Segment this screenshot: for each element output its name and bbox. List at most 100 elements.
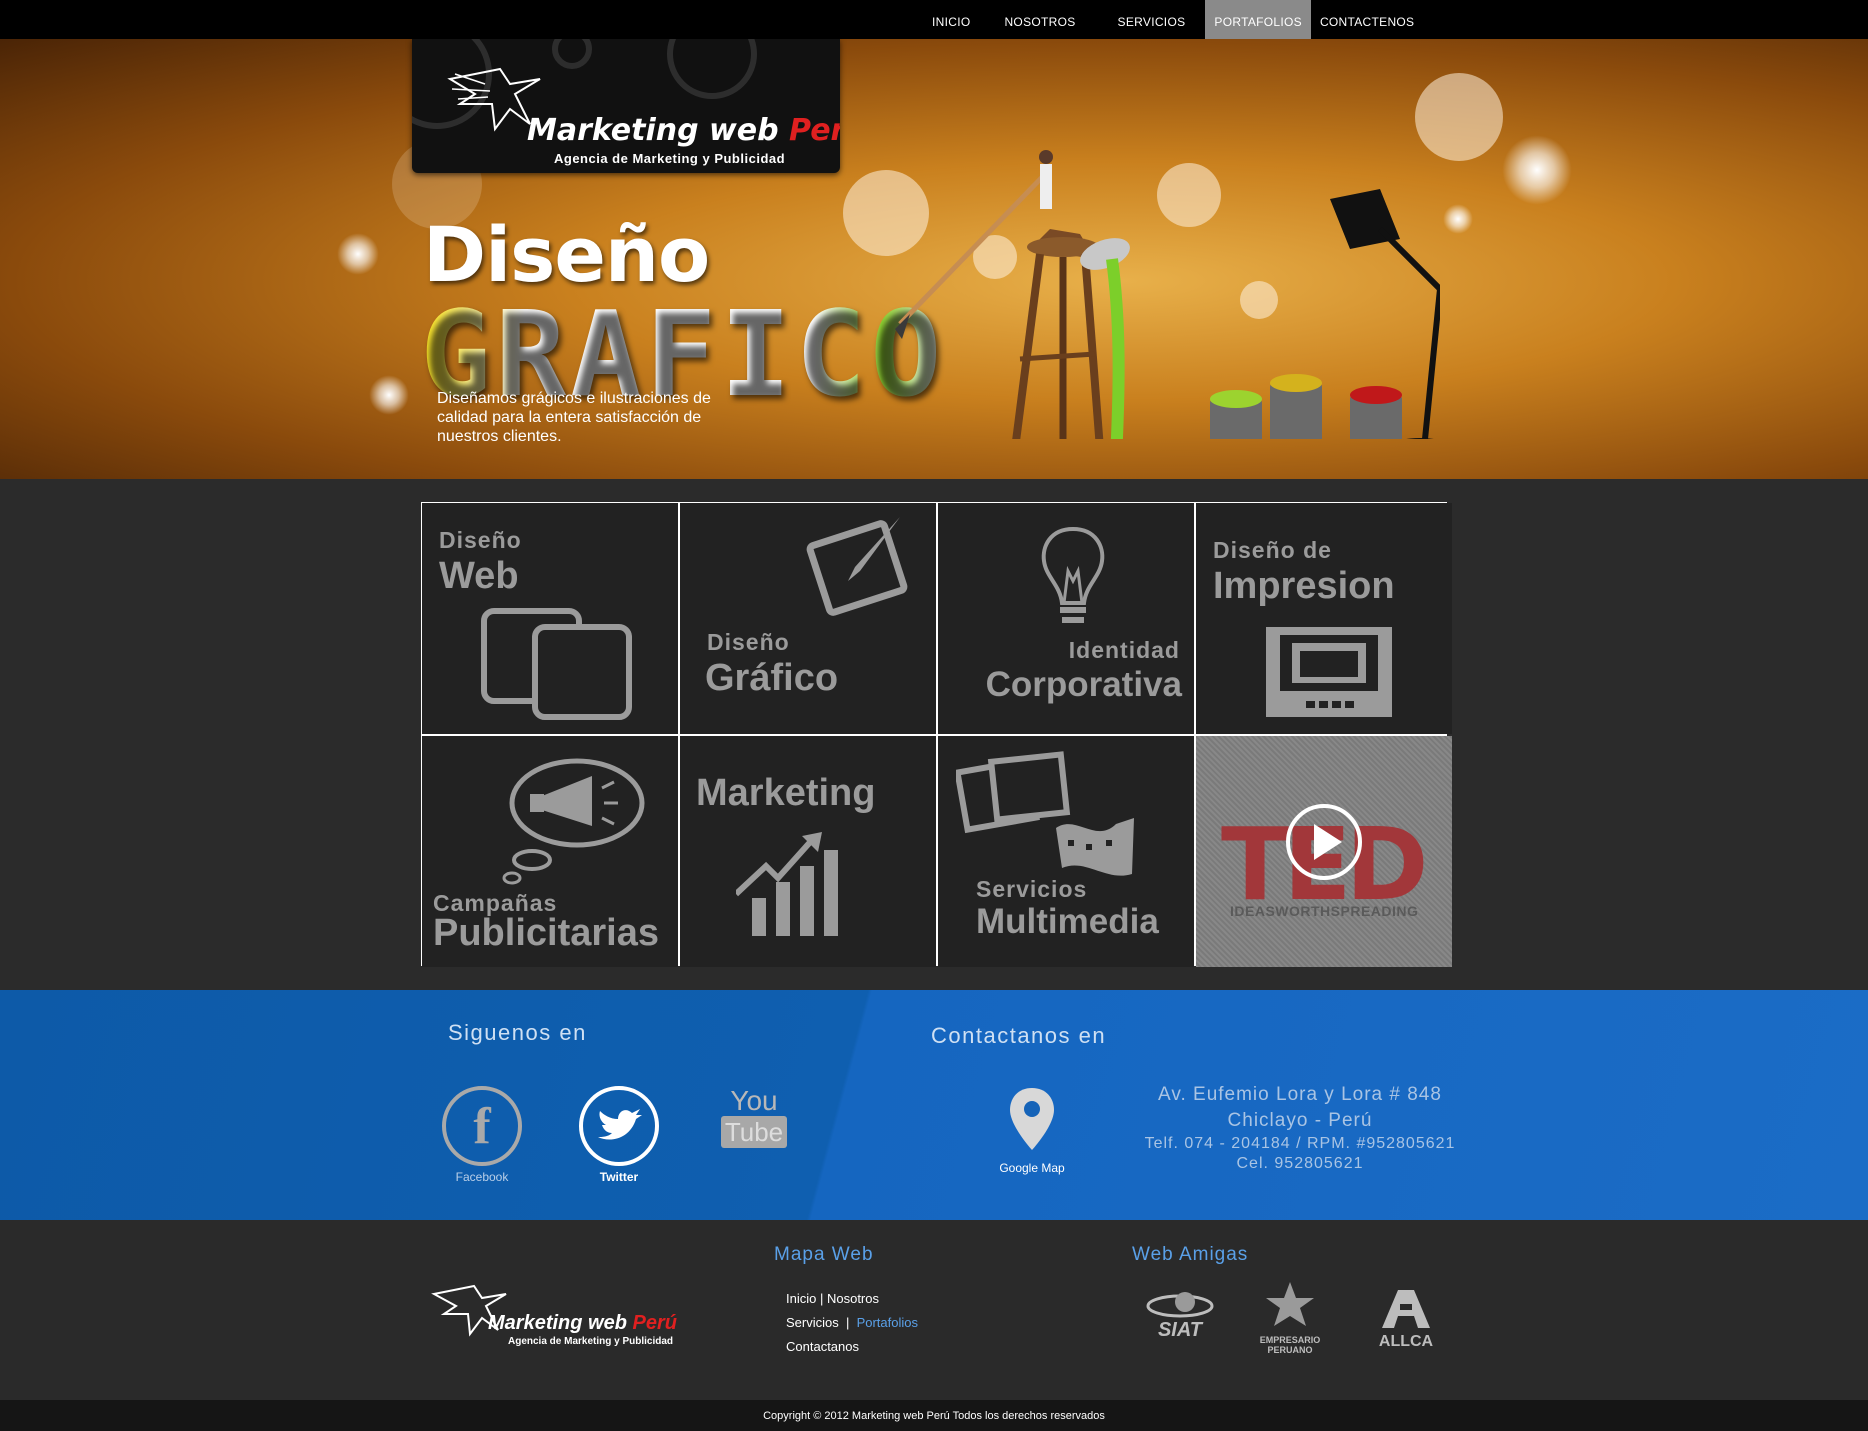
sitemap-link-portafolios[interactable]: Portafolios [857, 1315, 918, 1330]
friend-allca-label: ALLCA [1378, 1333, 1434, 1350]
contact-heading: Contactanos en [931, 1023, 1107, 1048]
friends-heading: Web Amigas [1132, 1244, 1249, 1265]
cell-text: Cel. 952805621 [1236, 1155, 1364, 1172]
tile-servicios-multimedia[interactable]: Servicios Multimedia [938, 736, 1194, 967]
logo-name: Marketing web Perú [527, 113, 840, 148]
sitemap-link-nosotros[interactable]: Nosotros [827, 1291, 879, 1306]
main-nav: INICIO NOSOTROS SERVICIOS PORTAFOLIOS CO… [920, 0, 1423, 39]
growth-chart-icon [736, 832, 838, 936]
sitemap-row-2: Servicios | Portafolios [786, 1311, 918, 1335]
top-bar: INICIO NOSOTROS SERVICIOS PORTAFOLIOS CO… [0, 0, 1868, 39]
sitemap-heading: Mapa Web [774, 1244, 874, 1265]
tile-small-label: Diseño [439, 527, 522, 553]
bokeh-light [337, 233, 379, 275]
tile-diseno-web[interactable]: Diseño Web [422, 503, 678, 734]
tile-large-label: Multimedia [976, 902, 1159, 941]
nav-portafolios[interactable]: PORTAFOLIOS [1205, 0, 1311, 39]
sitemap-link-contactanos[interactable]: Contactanos [786, 1339, 859, 1354]
lightbulb-icon [1041, 526, 1105, 623]
allca-a-icon [1382, 1290, 1430, 1328]
page: INICIO NOSOTROS SERVICIOS PORTAFOLIOS CO… [0, 0, 1868, 1431]
ted-tagline: IDEASWORTHSPREADING [1230, 903, 1419, 919]
twitter-bird-icon [598, 1109, 642, 1140]
star-globe-icon [1266, 1282, 1314, 1326]
tile-large-label: Marketing [696, 772, 876, 814]
google-map-link[interactable]: Google Map [990, 1086, 1074, 1175]
bokeh-light [369, 375, 409, 415]
map-pin-icon [1010, 1088, 1054, 1150]
services-grid: Diseño Web Diseño Gráfico Identidad Corp… [421, 502, 1452, 967]
friend-empresario-peruano[interactable]: EMPRESARIO PERUANO [1252, 1280, 1328, 1355]
nav-inicio[interactable]: INICIO [920, 0, 982, 39]
logo-deco-circle [552, 39, 592, 69]
sitemap-row-1: Inicio | Nosotros [786, 1287, 918, 1311]
address-line2: Chiclayo - Perú [1227, 1110, 1373, 1131]
canvas-brush-icon [806, 517, 908, 616]
logo-deco-circle [667, 39, 757, 99]
social-contact-band: Siguenos en f Facebook Twitter You Tube … [0, 990, 1868, 1220]
sitemap-separator: | [816, 1291, 827, 1306]
friend-empresario-label: EMPRESARIO PERUANO [1259, 1335, 1321, 1355]
bokeh-light [1443, 204, 1473, 234]
play-icon[interactable] [1284, 802, 1364, 882]
tile-marketing[interactable]: Marketing [680, 736, 936, 967]
nav-servicios[interactable]: SERVICIOS [1098, 0, 1206, 39]
tile-large-label: Publicitarias [433, 912, 659, 954]
sitemap-separator: | [838, 1315, 857, 1330]
tile-large-label: Gráfico [705, 657, 839, 699]
contact-info: Av. Eufemio Lora y Lora # 848 Chiclayo -… [1130, 1082, 1470, 1174]
sitemap-link-inicio[interactable]: Inicio [786, 1291, 816, 1306]
tile-large-label: Impresion [1213, 565, 1395, 607]
hero-banner: Marketing web Perú Agencia de Marketing … [0, 39, 1868, 479]
paint-illustration [895, 150, 1440, 439]
facebook-link[interactable]: f Facebook [440, 1086, 524, 1184]
printer-icon [1266, 627, 1392, 717]
copyright-text: Copyright © 2012 Marketing web Perú Todo… [0, 1400, 1868, 1431]
sitemap-link-servicios[interactable]: Servicios [786, 1315, 839, 1330]
footer-logo[interactable]: Marketing web Perú Agencia de Marketing … [428, 1270, 698, 1350]
footer-logo-name-part2: Perú [632, 1312, 677, 1334]
tile-large-label: Corporativa [985, 665, 1182, 704]
logo-tagline: Agencia de Marketing y Publicidad [554, 151, 786, 166]
logo[interactable]: Marketing web Perú Agencia de Marketing … [412, 39, 840, 173]
megaphone-bubble-icon [502, 758, 645, 885]
twitter-label: Twitter [599, 1170, 639, 1184]
tile-diseno-impresion[interactable]: Diseño de Impresion [1196, 503, 1452, 734]
tile-large-label: Web [439, 555, 519, 597]
social-heading: Siguenos en [448, 1020, 587, 1045]
youtube-link[interactable]: You Tube [712, 1086, 796, 1148]
photo-film-icon [956, 751, 1134, 876]
tile-ted-video[interactable]: TED IDEASWORTHSPREADING [1196, 736, 1452, 967]
hero-description: Diseñamos grágicos e ilustraciones de ca… [437, 390, 711, 445]
friend-allca[interactable]: ALLCA [1372, 1288, 1440, 1351]
tile-small-label: Diseño [707, 629, 790, 655]
footer-logo-name-part1: Marketing web [488, 1312, 633, 1334]
tile-diseno-grafico[interactable]: Diseño Gráfico [680, 503, 936, 734]
google-map-label: Google Map [999, 1161, 1065, 1175]
logo-name-part2: Perú [789, 113, 840, 148]
footer: Marketing web Perú Agencia de Marketing … [0, 1220, 1868, 1400]
tile-campanas-publicitarias[interactable]: Campañas Publicitarias [422, 736, 678, 967]
twitter-link[interactable]: Twitter [577, 1086, 661, 1184]
friend-siat[interactable]: SIAT [1140, 1288, 1220, 1342]
tile-identidad-corporativa[interactable]: Identidad Corporativa [938, 503, 1194, 734]
youtube-tube-label: Tube [720, 1116, 788, 1148]
youtube-icon: You [730, 1085, 778, 1116]
window-stack-icon [481, 608, 632, 720]
tile-small-label: Diseño de [1213, 537, 1332, 563]
address-line1: Av. Eufemio Lora y Lora # 848 [1158, 1084, 1442, 1105]
footer-logo-tagline: Agencia de Marketing y Publicidad [508, 1336, 674, 1347]
facebook-label: Facebook [455, 1170, 509, 1184]
logo-name-part1: Marketing web [527, 113, 790, 148]
sitemap-row-3: Contactanos [786, 1335, 918, 1359]
nav-nosotros[interactable]: NOSOTROS [982, 0, 1097, 39]
twitter-icon [579, 1086, 659, 1166]
tile-small-label: Identidad [1068, 637, 1180, 663]
phone-text: Telf. 074 - 204184 / RPM. #952805621 [1144, 1135, 1456, 1152]
facebook-icon: f [442, 1086, 522, 1166]
footer-logo-name: Marketing web Perú [488, 1312, 677, 1335]
bokeh-light [1502, 135, 1572, 205]
tile-small-label: Servicios [976, 876, 1088, 902]
sitemap-links: Inicio | Nosotros Servicios | Portafolio… [786, 1287, 918, 1359]
nav-contactenos[interactable]: CONTACTENOS [1311, 0, 1423, 39]
